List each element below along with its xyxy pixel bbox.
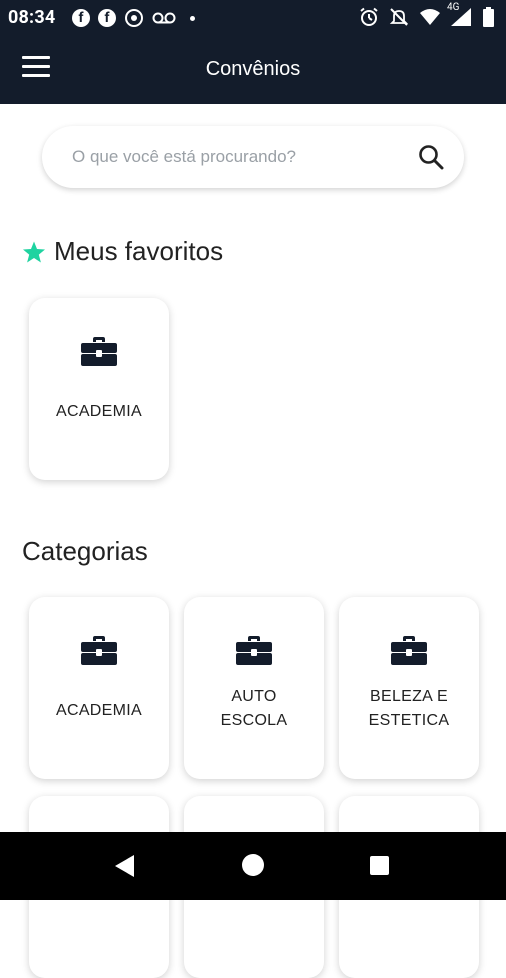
category-card-academia[interactable]: ACADEMIA	[29, 597, 169, 779]
search-input[interactable]	[70, 146, 394, 168]
voicemail-icon	[152, 12, 176, 24]
notification-icons: f f	[72, 8, 195, 28]
briefcase-icon	[81, 636, 117, 665]
wifi-icon	[420, 9, 440, 25]
categories-title: Categorias	[22, 536, 148, 566]
favorites-heading: Meus favoritos	[22, 236, 223, 267]
search-icon[interactable]	[418, 144, 444, 170]
facebook-icon: f	[98, 9, 116, 27]
recents-icon[interactable]	[370, 856, 389, 875]
status-time: 08:34	[8, 7, 56, 28]
card-label: AUTO ESCOLA	[220, 688, 288, 729]
card-label: ACADEMIA	[56, 702, 142, 719]
dot-icon	[190, 15, 195, 21]
mute-icon	[389, 8, 409, 26]
star-icon	[23, 241, 45, 262]
category-card-beleza-e-estetica[interactable]: BELEZA E ESTETICA	[339, 597, 479, 779]
back-icon[interactable]	[114, 854, 136, 878]
status-bar: 08:34 f f 4G	[0, 0, 506, 34]
app-bar: Convênios	[0, 34, 506, 104]
briefcase-icon	[391, 636, 427, 665]
network-label: 4G	[447, 2, 460, 13]
search-bar	[42, 126, 464, 188]
category-card-auto-escola[interactable]: AUTO ESCOLA	[184, 597, 324, 779]
card-label: BELEZA E ESTETICA	[368, 688, 450, 729]
home-icon[interactable]	[242, 854, 264, 876]
facebook-icon: f	[72, 9, 90, 27]
battery-icon	[483, 7, 494, 27]
briefcase-icon	[236, 636, 272, 665]
system-nav-bar	[0, 832, 506, 900]
favorites-title: Meus favoritos	[54, 236, 224, 266]
favorite-card-academia[interactable]: ACADEMIA	[29, 298, 169, 480]
system-icons: 4G	[359, 2, 494, 27]
page-title: Convênios	[205, 58, 301, 80]
alarm-icon	[360, 7, 378, 26]
card-label: ACADEMIA	[56, 403, 142, 420]
notification-icon	[125, 9, 143, 27]
briefcase-icon	[81, 337, 117, 366]
signal-icon: 4G	[447, 2, 473, 26]
